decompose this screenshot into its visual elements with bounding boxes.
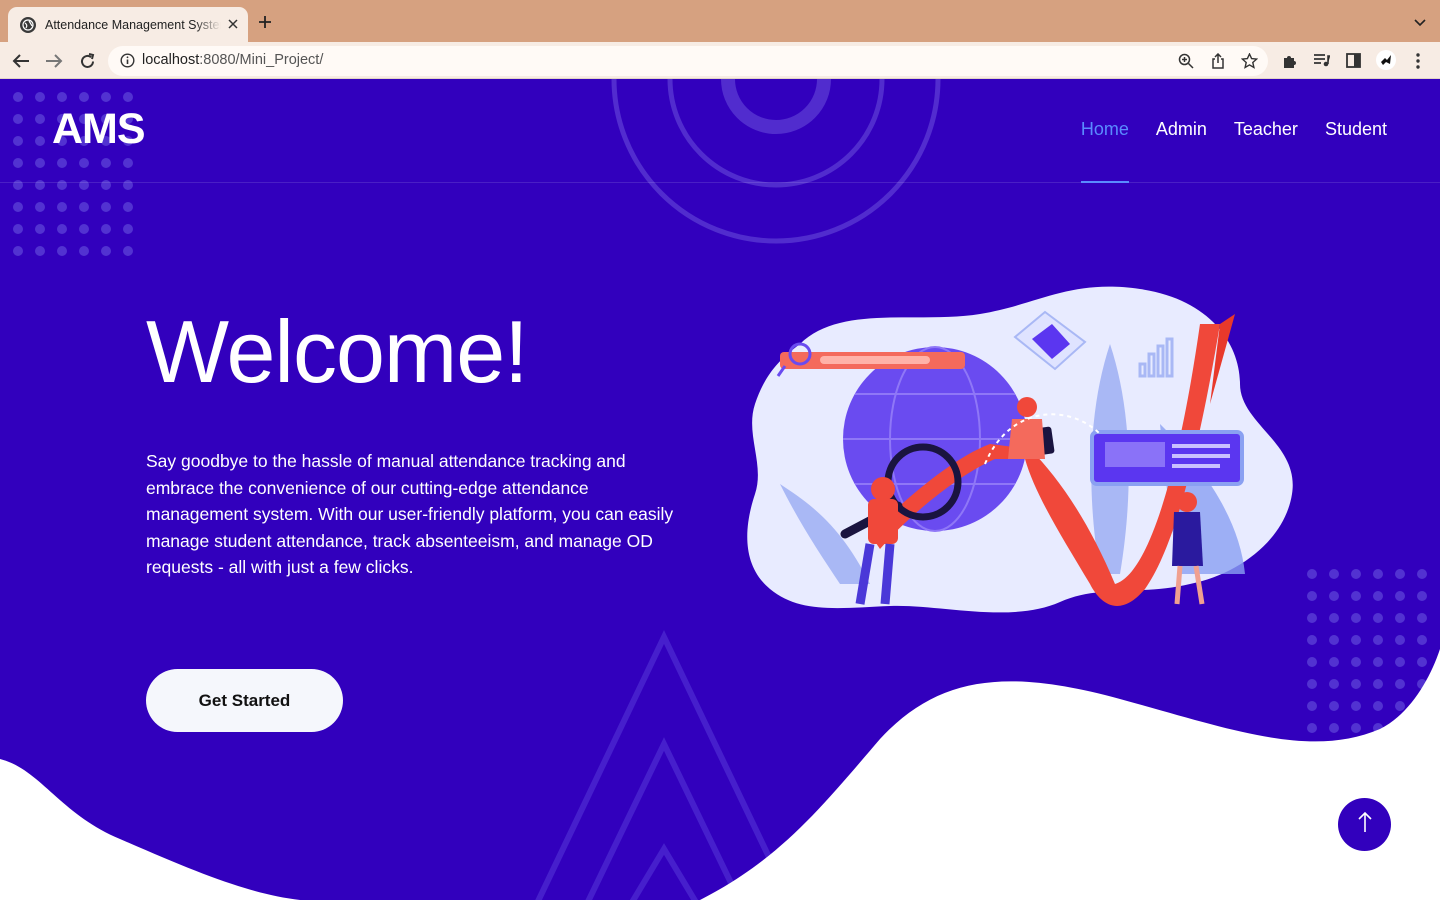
sidepanel-icon[interactable] [1346, 53, 1361, 73]
site-logo[interactable]: AMS [52, 105, 146, 154]
globe-icon [20, 16, 36, 33]
back-arrow-icon[interactable] [10, 50, 32, 72]
url-text: localhost:8080/Mini_Project/ [142, 52, 323, 68]
tab-title: Attendance Management System [45, 17, 221, 32]
back-to-top-button[interactable] [1338, 798, 1391, 851]
puzzle-icon[interactable] [1282, 53, 1298, 74]
reload-icon[interactable] [76, 50, 98, 72]
hero-illustration [747, 286, 1293, 613]
nav-home[interactable]: Home [1080, 119, 1129, 183]
url-path: :8080/Mini_Project/ [199, 52, 324, 68]
info-icon[interactable] [120, 53, 135, 73]
plus-icon[interactable] [258, 11, 272, 33]
media-icon[interactable] [1313, 53, 1330, 73]
more-menu-icon[interactable] [1416, 53, 1420, 74]
hero-section: AMS Home Admin Teacher Student Welcome! … [0, 79, 1440, 900]
browser-tab-strip: Attendance Management System [0, 0, 1440, 42]
hero-title: Welcome! [146, 302, 529, 401]
avatar[interactable] [1376, 50, 1396, 75]
site-header: AMS Home Admin Teacher Student [0, 79, 1440, 183]
star-icon[interactable] [1240, 52, 1259, 74]
share-icon[interactable] [1210, 52, 1226, 74]
close-icon[interactable] [228, 17, 238, 32]
nav-teacher[interactable]: Teacher [1234, 119, 1298, 183]
arrow-up-icon [1357, 811, 1373, 838]
nav-student[interactable]: Student [1325, 119, 1387, 183]
main-nav: Home Admin Teacher Student [1054, 119, 1387, 183]
address-bar[interactable]: localhost:8080/Mini_Project/ [108, 46, 1268, 76]
url-host: localhost [142, 52, 200, 68]
chevron-down-icon[interactable] [1414, 14, 1426, 32]
nav-admin[interactable]: Admin [1156, 119, 1207, 183]
zoom-icon[interactable] [1178, 53, 1194, 74]
hero-description: Say goodbye to the hassle of manual atte… [146, 451, 674, 577]
get-started-button[interactable]: Get Started [146, 669, 343, 732]
browser-toolbar: localhost:8080/Mini_Project/ [0, 42, 1440, 79]
browser-tab[interactable]: Attendance Management System [8, 7, 248, 42]
forward-arrow-icon[interactable] [43, 50, 65, 72]
